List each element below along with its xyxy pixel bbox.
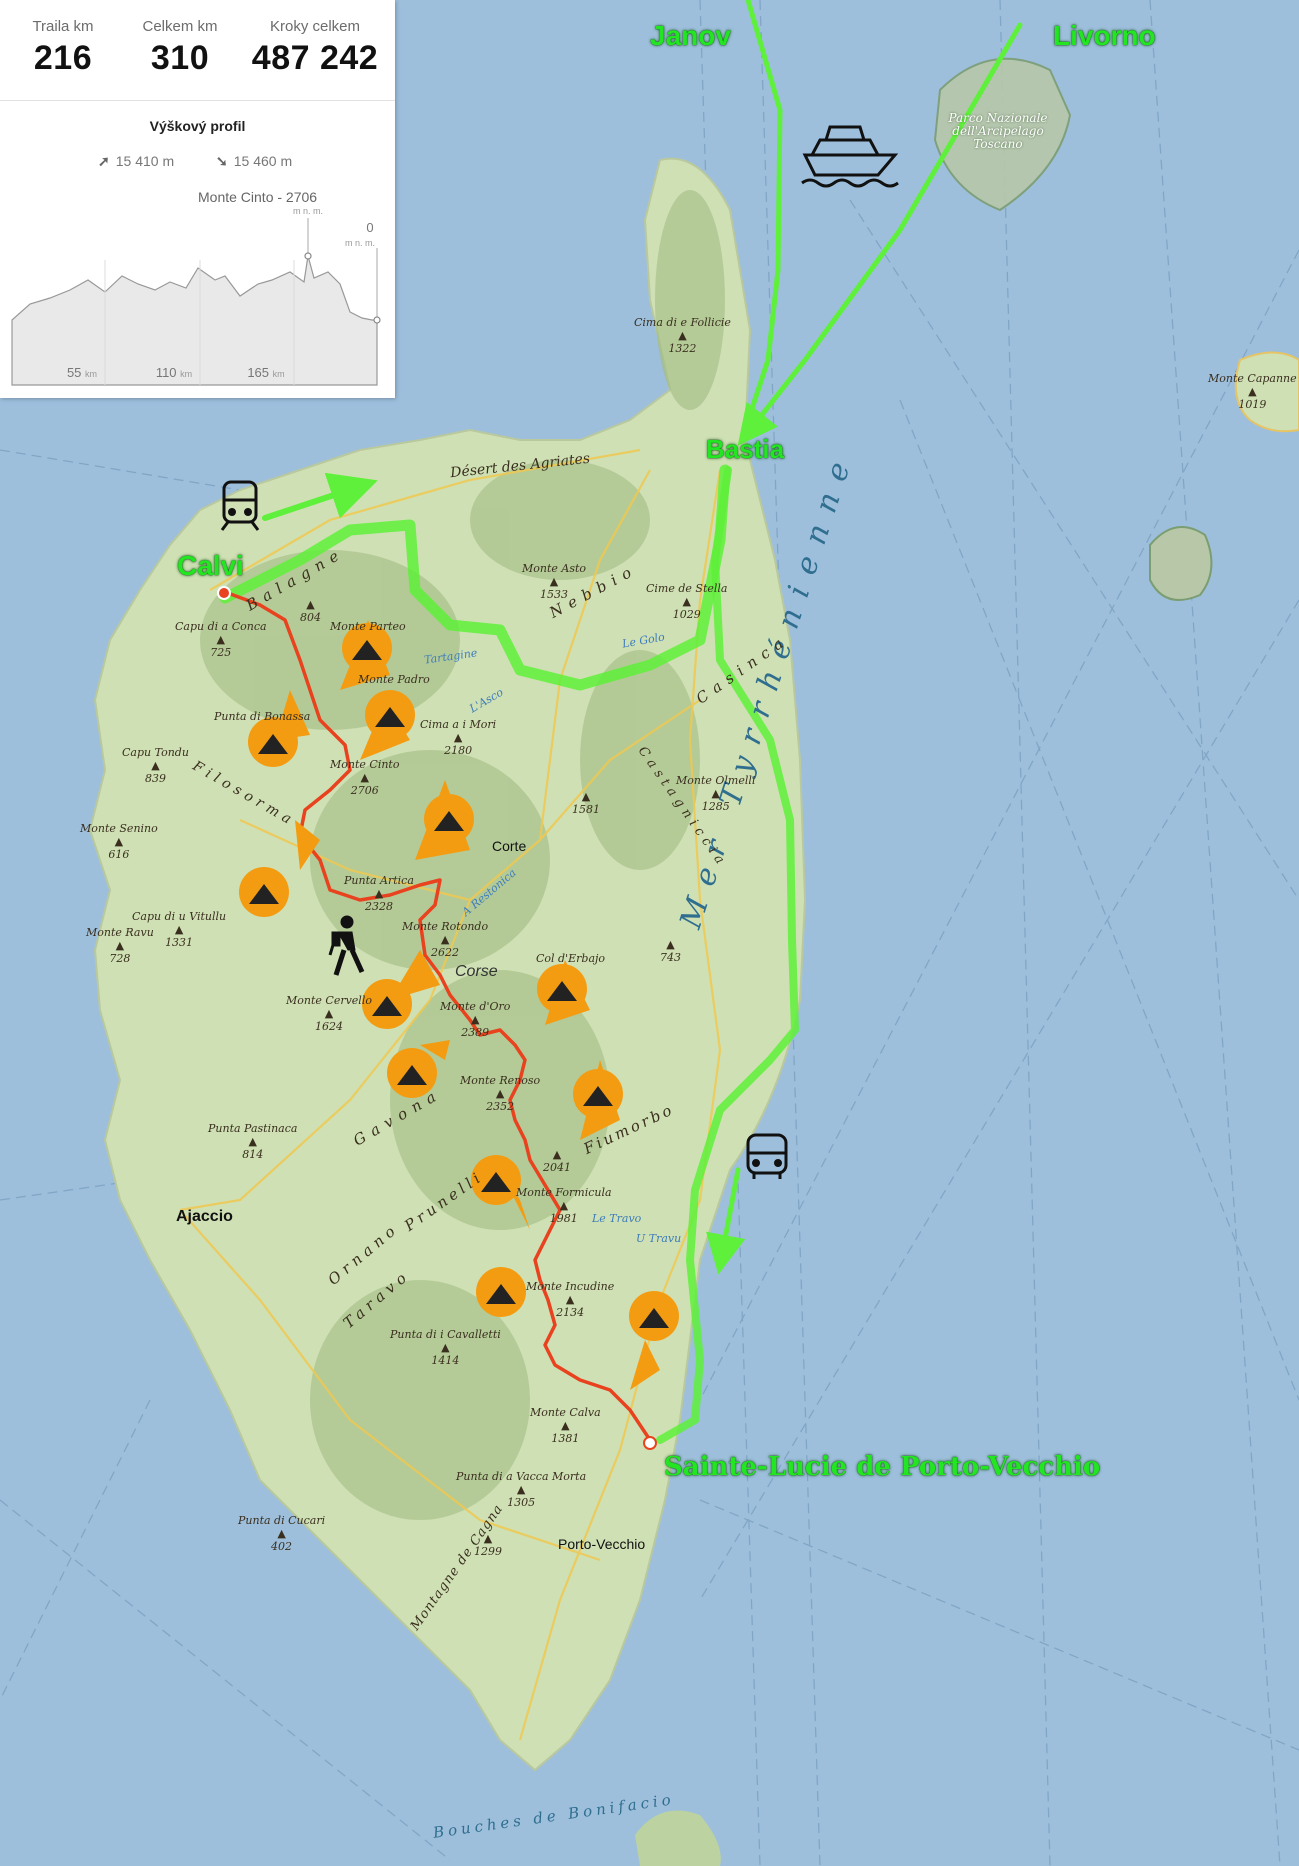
peak-1581: ▲ 1581	[572, 790, 600, 816]
stat-steps-label: Kroky celkem	[269, 18, 361, 35]
town-porto-vecchio: Porto-Vecchio	[558, 1536, 646, 1552]
peak-marker-dot[interactable]	[304, 252, 312, 260]
peak-743: ▲ 743	[660, 938, 681, 964]
trail-start-marker[interactable]	[217, 586, 231, 600]
stat-trail-km: Traila km 216	[18, 18, 108, 78]
label-bastia: Bastia	[706, 434, 785, 464]
stat-total-km-label: Celkem km	[142, 18, 218, 35]
peak-cervello: Monte Cervello ▲ 1624	[286, 994, 372, 1033]
label-calvi: Calvi	[177, 550, 244, 581]
peak-follicie: Cima di e Follicie ▲ 1322	[634, 316, 731, 355]
peak-rotondo: Monte Rotondo ▲ 2622	[402, 920, 489, 959]
peak-renoso: Monte Renoso ▲ 2352	[460, 1074, 541, 1113]
trail-end-marker[interactable]	[643, 1436, 657, 1450]
bus-icon	[746, 1133, 788, 1179]
descent-value: 15 460 m	[233, 153, 293, 169]
peak-capanne: Monte Capanne ▲ 1019	[1208, 372, 1297, 411]
stat-total-km-value: 310	[150, 39, 210, 77]
peak-incudine: Monte Incudine ▲ 2134	[526, 1280, 615, 1319]
peak-oro: Monte d'Oro ▲ 2389	[440, 1000, 511, 1039]
peak-vacca: Punta di a Vacca Morta ▲ 1305	[456, 1470, 587, 1509]
peak-804: ▲ 804	[300, 598, 321, 624]
peak-calva: Monte Calva ▲ 1381	[530, 1406, 601, 1445]
peak-artica: Punta Artica ▲ 2328	[344, 874, 414, 913]
peak-cinto: Monte Cinto ▲ 2706	[330, 758, 400, 797]
ferry-icon	[801, 125, 899, 188]
end-axis-value: 0	[366, 220, 373, 235]
peak-1299: ▲ 1299	[474, 1532, 502, 1558]
ascent-value: 15 410 m	[115, 153, 175, 169]
peak-cucari: Punta di Cucari ▲ 402	[238, 1514, 326, 1553]
stat-steps: Kroky celkem 487 242	[240, 18, 390, 78]
peak-conca: Capu di a Conca ▲ 725	[175, 620, 267, 659]
stat-total-km: Celkem km 310	[130, 18, 230, 78]
peak-olmelli: Monte Olmelli ▲ 1285	[676, 774, 756, 813]
peak-stella: Cime de Stella ▲ 1029	[646, 582, 728, 621]
town-ajaccio: Ajaccio	[176, 1208, 233, 1225]
island-sardinia-tip	[635, 1810, 721, 1866]
elevation-profile-title: Výškový profil	[149, 118, 246, 134]
peak-bonassa: Punta di Bonassa	[214, 710, 311, 723]
town-corte: Corte	[492, 838, 527, 854]
peak-parteo: Monte Parteo	[330, 620, 406, 633]
label-park: Parco Nazionale dell'Arcipelago Toscano	[948, 111, 1048, 151]
peak-senino: Monte Senino ▲ 616	[80, 822, 158, 861]
route-stats-panel: Traila km 216 Celkem km 310 Kroky celkem…	[0, 0, 395, 398]
stat-steps-value: 487 242	[251, 39, 379, 77]
peak-axis-unit: m n. m.	[293, 206, 323, 216]
river-u-travu: U Travu	[636, 1232, 682, 1245]
island-pianosa	[1149, 526, 1213, 601]
label-janov: Janov	[650, 20, 731, 51]
ascent: ➚ 15 410 m	[98, 153, 174, 170]
stat-trail-km-value: 216	[33, 39, 93, 77]
peak-mori: Cima a i Mori ▲ 2180	[420, 718, 497, 757]
peak-ravu: Monte Ravu ▲ 728	[86, 926, 154, 965]
elevation-profile-chart[interactable]: m n. m. 0 m n. m. 55 km 110 km 165 km	[10, 200, 385, 390]
end-axis-unit: m n. m.	[345, 238, 375, 248]
peak-asto: Monte Asto ▲ 1533	[522, 562, 587, 601]
label-livorno: Livorno	[1053, 20, 1156, 51]
stats-row: Traila km 216 Celkem km 310 Kroky celkem…	[0, 0, 395, 101]
peak-erbajo: Col d'Erbajo	[536, 952, 606, 965]
peak-tondu: Capu Tondu ▲ 839	[122, 746, 189, 785]
river-travo: Le Travo	[592, 1212, 642, 1225]
stat-trail-km-label: Traila km	[32, 18, 94, 35]
end-marker-dot[interactable]	[373, 316, 381, 324]
peak-padro: Monte Padro	[358, 673, 430, 686]
label-sainte-lucie: Sainte-Lucie de Porto-Vecchio	[664, 1452, 1101, 1482]
peak-pastinaca: Punta Pastinaca ▲ 814	[208, 1122, 298, 1161]
descent-arrow-icon: ➘	[216, 153, 228, 169]
peak-cavalletti: Punta di i Cavalletti ▲ 1414	[390, 1328, 501, 1367]
descent: ➘ 15 460 m	[216, 153, 292, 170]
label-corse: Corse	[455, 963, 498, 980]
peak-2041: ▲ 2041	[543, 1148, 571, 1174]
ascent-arrow-icon: ➚	[98, 153, 110, 169]
